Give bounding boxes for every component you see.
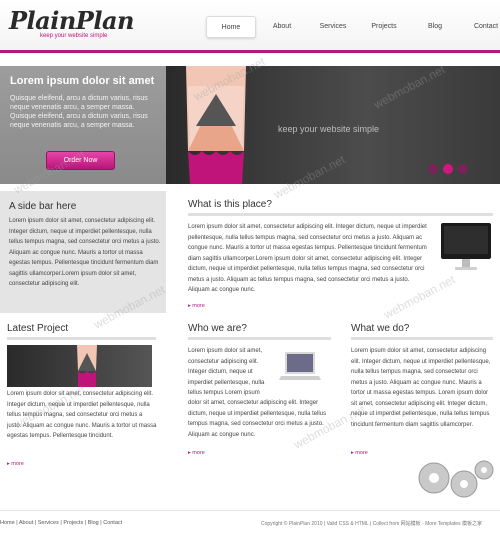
footer-divider [0,510,500,511]
hero-slideshow: keep your website simple [166,66,500,184]
whatdo-text: Lorem ipsum dolor sit amet, consectetur … [351,348,491,428]
nav-services[interactable]: Services [308,16,358,38]
who-text-short: Lorem ipsum dolor sit amet, consectetur … [188,348,265,396]
sidebar-title: A side bar here [9,201,77,212]
hero-banner: Lorem ipsum dolor sit amet Quisque eleif… [0,66,500,184]
nav-about[interactable]: About [257,16,307,38]
what-text: Lorem ipsum dolor sit amet, consectetur … [188,224,427,293]
hero-slogan: keep your website simple [278,124,380,134]
footer-link-about[interactable]: About [19,520,33,526]
footer-link-blog[interactable]: Blog [88,520,99,526]
whatdo-more-link[interactable]: more [351,450,368,456]
header: PlainPlan keep your website simple Home … [0,0,500,52]
latest-text: Lorem ipsum dolor sit amet, consectetur … [7,391,157,439]
pencil-thumbnail [77,345,97,387]
site-tagline: keep your website simple [40,33,108,39]
pencil-illustration [186,66,246,184]
nav-contact[interactable]: Contact [461,16,500,38]
laptop-image [279,352,321,380]
nav-home[interactable]: Home [206,16,256,38]
slide-dot-3[interactable] [458,164,468,174]
what-title: What is this place? [188,199,272,210]
who-text-long: dolor sit amet, consectetur adipiscing e… [188,400,327,438]
gears-image [418,460,494,498]
footer-link-home[interactable]: Home [0,520,15,526]
slide-dot-1[interactable] [428,164,438,174]
order-now-button[interactable]: Order Now [46,151,115,170]
footer-link-projects[interactable]: Projects [63,520,83,526]
what-rule [188,213,493,216]
hero-title: Lorem ipsum dolor sit amet [10,75,155,87]
footer-links: Home | About | Services | Projects | Blo… [0,520,123,526]
hero-intro-panel: Lorem ipsum dolor sit amet Quisque eleif… [0,66,166,184]
latest-rule [7,337,156,340]
who-title: Who we are? [188,323,247,334]
latest-more-link[interactable]: more [7,461,24,467]
who-more-link[interactable]: more [188,450,205,456]
footer-copyright: Copyright © PlainPlan 2010 | Valid CSS &… [261,521,482,527]
nav-blog[interactable]: Blog [410,16,460,38]
whatdo-title: What we do? [351,323,410,334]
footer-link-services[interactable]: Services [38,520,59,526]
sidebar-text: Lorem ipsum dolor sit amet, consectetur … [9,218,161,287]
site-logo[interactable]: PlainPlan [9,6,134,35]
latest-project-image[interactable] [7,345,152,387]
slide-indicators [428,164,473,174]
footer-link-contact[interactable]: Contact [103,520,122,526]
slide-dot-2[interactable] [443,164,453,174]
monitor-image [441,223,491,270]
main-nav: Home About Services Projects Blog Contac… [206,16,500,38]
nav-projects[interactable]: Projects [359,16,409,38]
sidebar: A side bar here Lorem ipsum dolor sit am… [0,191,166,313]
what-more-link[interactable]: more [188,303,205,309]
who-rule [188,337,331,340]
latest-title: Latest Project [7,323,69,334]
hero-text: Quisque eleifend, arcu a dictum varius, … [10,95,148,129]
header-accent-bar [0,50,500,53]
whatdo-rule [351,337,493,340]
